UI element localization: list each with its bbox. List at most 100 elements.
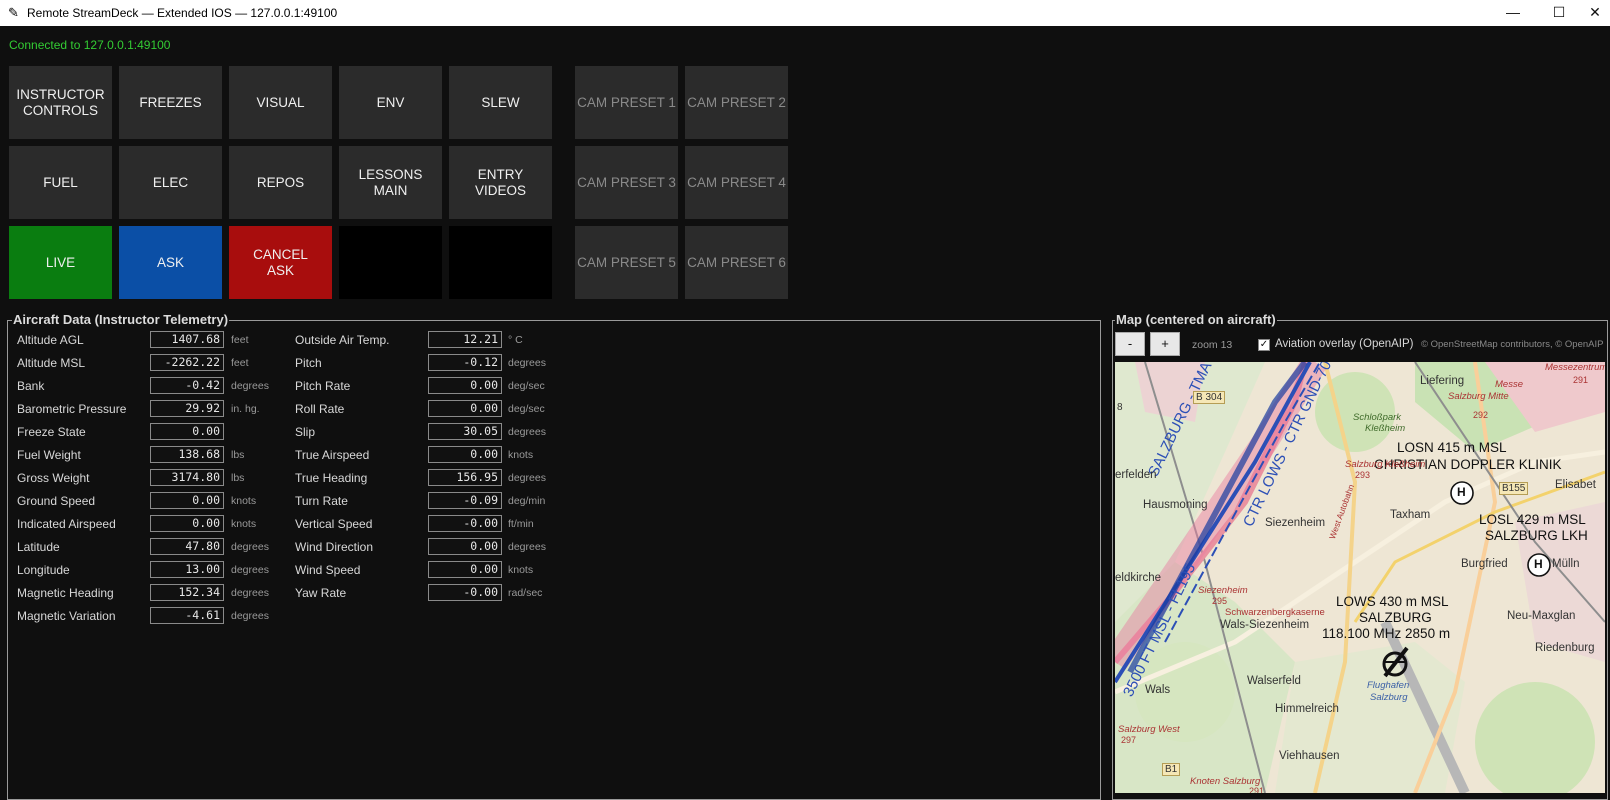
telemetry-panel-title: Aircraft Data (Instructor Telemetry) — [12, 312, 230, 327]
telemetry-value-field[interactable]: 138.68 — [150, 446, 224, 463]
cam-preset-2-button[interactable]: CAM PRESET 2 — [685, 66, 788, 139]
telemetry-value-field[interactable]: 30.05 — [428, 423, 502, 440]
maximize-button[interactable]: ☐ — [1536, 0, 1582, 26]
heliport-icon: H — [1534, 557, 1543, 571]
telemetry-value-field[interactable]: 29.92 — [150, 400, 224, 417]
aviation-overlay-checkbox[interactable]: ✓ — [1258, 339, 1270, 351]
place-label: erfelden — [1115, 469, 1157, 481]
instructor-controls-button[interactable]: INSTRUCTOR CONTROLS — [9, 66, 112, 139]
freezes-button[interactable]: FREEZES — [119, 66, 222, 139]
telemetry-unit: degrees — [508, 357, 546, 369]
telemetry-row: Freeze State 0.00 — [17, 423, 291, 441]
telemetry-row: Altitude MSL -2262.22 feet — [17, 354, 291, 372]
repos-button[interactable]: REPOS — [229, 146, 332, 219]
place-label: Flughafen — [1367, 680, 1410, 691]
elec-button[interactable]: ELEC — [119, 146, 222, 219]
cancel-ask-button[interactable]: CANCEL ASK — [229, 226, 332, 299]
telemetry-value-field[interactable]: -0.00 — [428, 584, 502, 601]
telemetry-value-field[interactable]: 156.95 — [428, 469, 502, 486]
telemetry-value-field[interactable]: -4.61 — [150, 607, 224, 624]
telemetry-row: Latitude 47.80 degrees — [17, 538, 291, 556]
losl-label: LOSL 429 m MSL — [1479, 512, 1586, 527]
place-label: 291 — [1573, 375, 1589, 385]
telemetry-value-field[interactable]: 0.00 — [428, 400, 502, 417]
telemetry-value-field[interactable]: 12.21 — [428, 331, 502, 348]
zoom-in-button[interactable]: + — [1150, 332, 1180, 356]
telemetry-row: Bank -0.42 degrees — [17, 377, 291, 395]
telemetry-row: True Airspeed 0.00 knots — [295, 446, 568, 464]
telemetry-row: Magnetic Heading 152.34 degrees — [17, 584, 291, 602]
slew-button[interactable]: SLEW — [449, 66, 552, 139]
place-label: Taxham — [1390, 509, 1431, 521]
telemetry-value-field[interactable]: 0.00 — [150, 515, 224, 532]
telemetry-value-field[interactable]: 1407.68 — [150, 331, 224, 348]
telemetry-value-field[interactable]: 0.00 — [150, 492, 224, 509]
cam-preset-4-button[interactable]: CAM PRESET 4 — [685, 146, 788, 219]
telemetry-value-field[interactable]: 13.00 — [150, 561, 224, 578]
place-label: Liefering — [1420, 375, 1465, 387]
live-button[interactable]: LIVE — [9, 226, 112, 299]
cam-preset-6-button[interactable]: CAM PRESET 6 — [685, 226, 788, 299]
telemetry-label: Altitude MSL — [17, 356, 86, 370]
empty-button-slot[interactable] — [339, 226, 442, 299]
entry-videos-button[interactable]: ENTRY VIDEOS — [449, 146, 552, 219]
telemetry-unit: in. hg. — [231, 403, 260, 415]
telemetry-value-field[interactable]: -0.12 — [428, 354, 502, 371]
empty-button-slot[interactable] — [449, 226, 552, 299]
telemetry-value-field[interactable]: 0.00 — [428, 538, 502, 555]
place-label: 292 — [1473, 410, 1489, 420]
place-label: Walserfeld — [1247, 675, 1301, 687]
place-label: Salzburg West — [1118, 724, 1180, 735]
zoom-level-text: zoom 13 — [1192, 339, 1233, 351]
road-shield: B 304 — [1193, 391, 1226, 404]
telemetry-value-field[interactable]: 0.00 — [428, 446, 502, 463]
lows-name-label: SALZBURG — [1359, 610, 1432, 625]
close-button[interactable]: ✕ — [1580, 0, 1610, 26]
telemetry-row: Roll Rate 0.00 deg/sec — [295, 400, 568, 418]
losl-name-label: SALZBURG LKH — [1485, 528, 1588, 543]
telemetry-value-field[interactable]: 0.00 — [428, 561, 502, 578]
cam-preset-3-button[interactable]: CAM PRESET 3 — [575, 146, 678, 219]
telemetry-unit: rad/sec — [508, 587, 543, 599]
telemetry-row: Ground Speed 0.00 knots — [17, 492, 291, 510]
place-label: Schwarzenbergkaserne — [1225, 607, 1325, 618]
telemetry-value-field[interactable]: 0.00 — [150, 423, 224, 440]
place-label: 8 — [1117, 402, 1123, 413]
telemetry-unit: knots — [231, 518, 257, 530]
place-label: Salzburg — [1370, 692, 1408, 703]
telemetry-value-field[interactable]: -0.00 — [428, 515, 502, 532]
telemetry-unit: feet — [231, 357, 249, 369]
place-label: 297 — [1121, 735, 1137, 745]
map-view[interactable]: LOSN 415 m MSL CHRISTIAN DOPPLER KLINIK … — [1115, 362, 1605, 793]
env-button[interactable]: ENV — [339, 66, 442, 139]
telemetry-unit: knots — [508, 449, 534, 461]
lessons-main-button[interactable]: LESSONS MAIN — [339, 146, 442, 219]
lows-frequency-label: 118.100 MHz 2850 m — [1322, 626, 1451, 641]
telemetry-value-field[interactable]: 152.34 — [150, 584, 224, 601]
telemetry-unit: deg/sec — [508, 380, 545, 392]
heliport-icon: H — [1457, 485, 1466, 499]
telemetry-value-field[interactable]: 0.00 — [428, 377, 502, 394]
telemetry-value-field[interactable]: -0.42 — [150, 377, 224, 394]
telemetry-value-field[interactable]: -2262.22 — [150, 354, 224, 371]
visual-button[interactable]: VISUAL — [229, 66, 332, 139]
telemetry-value-field[interactable]: -0.09 — [428, 492, 502, 509]
cam-preset-1-button[interactable]: CAM PRESET 1 — [575, 66, 678, 139]
telemetry-row: Longitude 13.00 degrees — [17, 561, 291, 579]
telemetry-label: Gross Weight — [17, 471, 90, 485]
cam-preset-5-button[interactable]: CAM PRESET 5 — [575, 226, 678, 299]
window-titlebar: ✎ Remote StreamDeck — Extended IOS — 127… — [0, 0, 1610, 26]
telemetry-row: Pitch Rate 0.00 deg/sec — [295, 377, 568, 395]
telemetry-value-field[interactable]: 47.80 — [150, 538, 224, 555]
ask-button[interactable]: ASK — [119, 226, 222, 299]
telemetry-label: Fuel Weight — [17, 448, 81, 462]
lows-label: LOWS 430 m MSL — [1336, 594, 1449, 609]
telemetry-label: Magnetic Variation — [17, 609, 116, 623]
zoom-out-button[interactable]: - — [1115, 332, 1145, 356]
telemetry-label: Altitude AGL — [17, 333, 84, 347]
fuel-button[interactable]: FUEL — [9, 146, 112, 219]
telemetry-value-field[interactable]: 3174.80 — [150, 469, 224, 486]
telemetry-unit: lbs — [231, 472, 245, 484]
telemetry-label: Pitch — [295, 356, 322, 370]
minimize-button[interactable]: — — [1490, 0, 1536, 26]
